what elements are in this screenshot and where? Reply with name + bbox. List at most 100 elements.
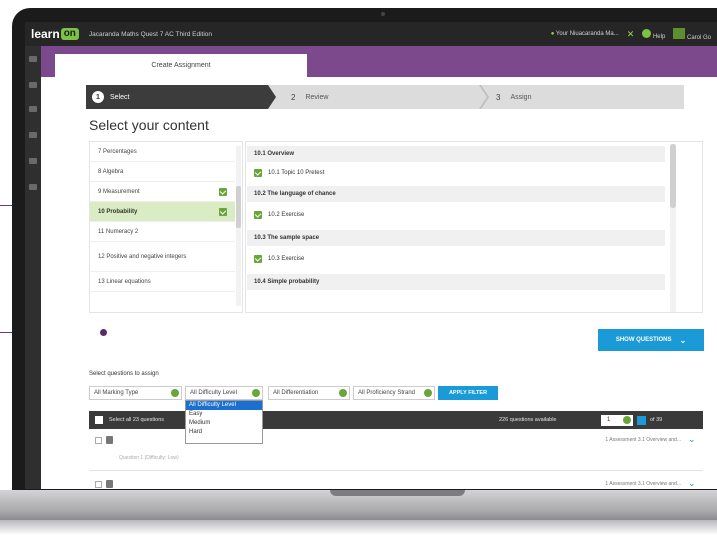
list-icon[interactable]	[29, 106, 37, 112]
step-label: Assign	[510, 93, 532, 101]
question-checkbox[interactable]	[95, 437, 102, 444]
chapter-item[interactable]: 9 Measurement	[90, 182, 235, 202]
difficulty-select[interactable]: All Difficulty Level	[185, 386, 263, 400]
question-breadcrumb: 1 Assessment 3.1 Overview and...	[605, 481, 681, 487]
chevron-down-icon	[171, 389, 179, 397]
subtopic-item[interactable]: 10.1 Topic 10 Pretest	[247, 164, 665, 182]
laptop-shadow	[0, 520, 717, 535]
question-hint: Question 1 (Difficulty: Low)	[119, 455, 179, 461]
checkbox-checked-icon[interactable]	[219, 187, 227, 196]
next-page-button[interactable]	[637, 415, 646, 425]
page-stepper[interactable]: 1	[601, 414, 633, 426]
user-icon: ●	[550, 31, 555, 37]
select-all-label: Select all 23 questions	[109, 417, 165, 423]
callout-dot	[100, 329, 107, 336]
chapter-list: 7 Percentages 8 Algebra 9 Measurement 10…	[89, 141, 243, 313]
question-toolbar: Select all 23 questions 226 questions av…	[89, 411, 703, 429]
dropdown-option[interactable]: All Difficulty Level	[186, 401, 262, 410]
help-button[interactable]: Help	[642, 28, 665, 40]
step-assign[interactable]: 3 Assign	[496, 85, 531, 109]
callout-line-top	[0, 205, 12, 206]
step-label: Review	[305, 93, 329, 101]
doc-icon[interactable]	[29, 132, 37, 138]
step-label: Select	[110, 93, 130, 101]
difficulty-dropdown: All Difficulty Level Easy Medium Hard	[185, 400, 263, 444]
user-menu[interactable]: ● Your Niuacaranda Ma...	[551, 31, 619, 37]
document-icon	[106, 436, 113, 444]
question-checkbox[interactable]	[95, 481, 102, 488]
book-icon[interactable]	[29, 82, 37, 88]
chevron-down-icon	[252, 389, 260, 397]
filters-title: Select questions to assign	[89, 371, 159, 377]
differentiation-select[interactable]: All Differentiation	[268, 386, 350, 400]
main-content: 1 Select 2 Review 3 Assign Select your c…	[41, 77, 717, 489]
laptop-mockup: learn on Jacaranda Maths Quest 7 AC Thir…	[0, 0, 717, 535]
chapter-item[interactable]: 12 Positive and negative integers	[90, 242, 235, 272]
step-progress: 1 Select 2 Review 3 Assign	[86, 85, 684, 109]
checkbox-checked-icon[interactable]	[254, 169, 262, 177]
subtopic-heading: 10.1 Overview	[247, 146, 665, 162]
question-breadcrumb: 1 Assessment 3.1 Overview and...	[605, 437, 681, 443]
scrollbar-thumb[interactable]	[236, 186, 241, 228]
webcam	[381, 12, 385, 16]
dropdown-option[interactable]: Hard	[186, 428, 262, 437]
apply-filter-button[interactable]: APPLY FILTER	[438, 386, 498, 400]
page-title: Select your content	[89, 117, 209, 133]
chapter-item[interactable]: 8 Algebra	[90, 162, 235, 182]
learnon-logo[interactable]: learn on	[31, 27, 79, 41]
checkbox-checked-icon[interactable]	[219, 207, 227, 216]
step-number: 1	[92, 91, 104, 103]
chapter-item[interactable]: 7 Percentages	[90, 142, 235, 162]
menu-icon[interactable]	[29, 56, 37, 62]
settings-icon[interactable]	[29, 184, 37, 190]
question-row: 1 Assessment 3.1 Overview and... ⌄	[89, 473, 703, 489]
question-row: 1 Assessment 3.1 Overview and... ⌄ Quest…	[89, 429, 703, 471]
subtopic-list: 10.1 Overview 10.1 Topic 10 Pretest 10.2…	[245, 141, 703, 313]
chevron-down-icon	[424, 389, 432, 397]
chevron-down-icon[interactable]: ⌄	[688, 478, 698, 488]
scrollbar-thumb[interactable]	[670, 144, 676, 208]
subtopic-heading: 10.4 Simple probability	[247, 274, 665, 290]
step-number: 2	[291, 92, 296, 102]
step-select[interactable]: 1 Select	[86, 85, 276, 109]
subtopic-heading: 10.2 The language of chance	[247, 186, 665, 202]
show-questions-button[interactable]: SHOW QUESTIONS ⌄	[598, 329, 704, 351]
home-icon	[673, 27, 686, 39]
laptop-screen: learn on Jacaranda Maths Quest 7 AC Thir…	[25, 22, 717, 489]
dropdown-option[interactable]: Easy	[186, 410, 262, 419]
marking-type-select[interactable]: All Marking Type	[89, 386, 182, 400]
chapter-item-active[interactable]: 10 Probability	[90, 202, 235, 222]
left-rail	[25, 46, 41, 489]
home-button[interactable]: Carol Go	[673, 27, 711, 41]
tab-create-assignment[interactable]: Create Assignment	[55, 54, 307, 77]
step-review[interactable]: 2 Review	[291, 85, 328, 109]
subtopic-item[interactable]: 10.2 Exercise	[247, 206, 665, 224]
chapter-item[interactable]: 13 Linear equations	[90, 272, 235, 292]
subtopic-item[interactable]: 10.3 Exercise	[247, 250, 665, 268]
laptop-hinge-notch	[330, 490, 465, 496]
proficiency-select[interactable]: All Proficiency Strand	[353, 386, 435, 400]
chart-icon[interactable]	[29, 158, 37, 164]
chevron-down-icon: ⌄	[679, 335, 687, 345]
app-bar: learn on Jacaranda Maths Quest 7 AC Thir…	[25, 22, 717, 46]
app-bar-actions: ● Your Niuacaranda Ma... ✕ Help Carol Go	[551, 27, 717, 41]
logo-badge: on	[60, 28, 79, 40]
close-icon[interactable]: ✕	[627, 29, 635, 40]
chevron-down-icon	[623, 416, 631, 424]
dropdown-option[interactable]: Medium	[186, 419, 262, 428]
page-total: of 39	[650, 417, 663, 423]
checkbox-checked-icon[interactable]	[254, 211, 262, 219]
help-icon	[642, 28, 652, 38]
subtopic-heading: 10.3 The sample space	[247, 230, 665, 246]
step-separator	[479, 85, 489, 109]
course-title: Jacaranda Maths Quest 7 AC Third Edition	[88, 30, 212, 38]
chevron-down-icon[interactable]: ⌄	[688, 434, 698, 444]
step-number: 3	[496, 92, 501, 102]
checkbox-checked-icon[interactable]	[254, 255, 262, 263]
chevron-down-icon	[339, 389, 347, 397]
document-icon	[106, 480, 113, 488]
chapter-item[interactable]: 11 Numeracy 2	[90, 222, 235, 242]
available-count: 226 questions available	[499, 417, 557, 423]
logo-text: learn	[31, 27, 60, 41]
select-all-checkbox[interactable]	[95, 416, 103, 424]
